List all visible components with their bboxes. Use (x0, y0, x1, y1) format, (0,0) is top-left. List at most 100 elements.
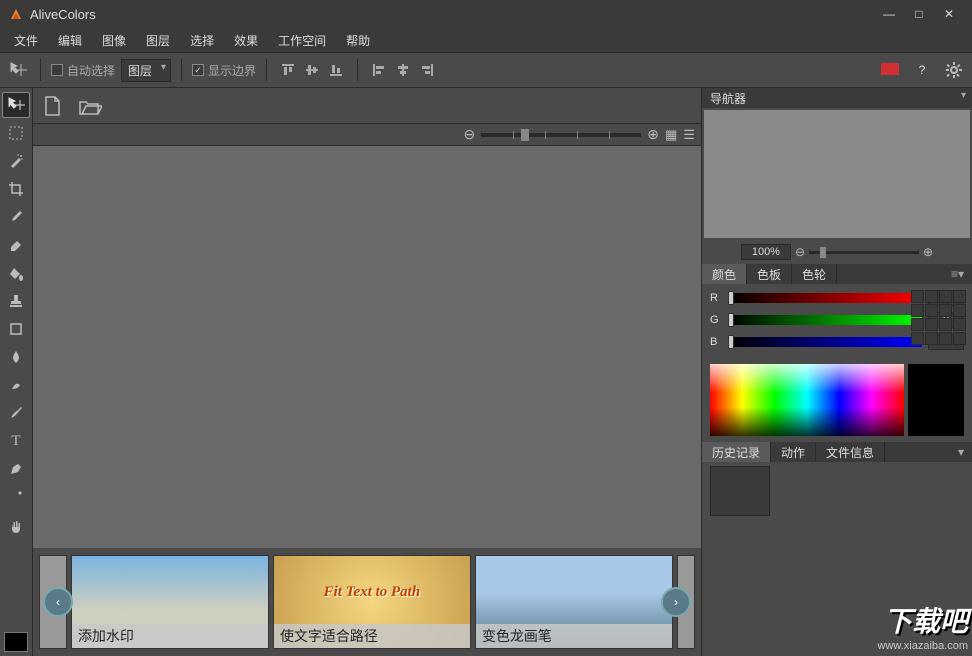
navigator-preview[interactable] (704, 110, 970, 238)
new-document-button[interactable] (39, 93, 65, 119)
shape-tool[interactable] (2, 316, 30, 342)
art-brush-tool[interactable] (2, 400, 30, 426)
carousel-prev-button[interactable]: ‹ (43, 587, 73, 617)
slider-g-track[interactable] (728, 315, 922, 325)
zoom-out-button[interactable]: ⊖ (464, 126, 476, 143)
options-bar: 自动选择 图层 显示边界 ? (0, 52, 972, 88)
right-panels: 导航器▾ 100% ⊖ ⊕ 颜色 色板 色轮 ≡ ▾ R 0 G (701, 88, 972, 656)
menu-help[interactable]: 帮助 (338, 30, 378, 51)
view-grid-button[interactable]: ▦ (665, 127, 677, 143)
color-sliders: R 0 G 0 B 0 (702, 284, 972, 362)
align-hcenter-button[interactable] (392, 59, 414, 81)
color-panel-menu-icon[interactable]: ≡ ▾ (943, 264, 972, 284)
recent-swatches (911, 290, 966, 345)
tab-wheel[interactable]: 色轮 (792, 264, 837, 284)
history-snapshot[interactable] (710, 466, 770, 516)
align-group-horizontal (368, 59, 438, 81)
nav-zoom-in-button[interactable]: ⊕ (923, 245, 933, 259)
app-logo-icon (8, 6, 24, 22)
hand-tool[interactable] (2, 512, 30, 538)
eyedropper-tool[interactable] (2, 484, 30, 510)
separator (40, 59, 41, 81)
tab-actions[interactable]: 动作 (771, 442, 816, 462)
separator (357, 59, 358, 81)
menu-workspace[interactable]: 工作空间 (270, 30, 334, 51)
blur-tool[interactable] (2, 344, 30, 370)
color-spectrum (710, 364, 964, 436)
navigator-zoom-controls: 100% ⊖ ⊕ (702, 240, 972, 264)
show-bounds-checkbox[interactable]: 显示边界 (192, 62, 256, 79)
nav-zoom-out-button[interactable]: ⊖ (795, 245, 805, 259)
carousel-item-3[interactable]: 变色龙画笔 (475, 555, 673, 649)
move-tool-indicator-icon (6, 58, 30, 82)
navigator-zoom-value[interactable]: 100% (741, 244, 791, 260)
carousel-caption: 变色龙画笔 (476, 624, 672, 648)
carousel-item-1[interactable]: 添加水印 (71, 555, 269, 649)
spectrum-picker[interactable] (710, 364, 904, 436)
history-panel-tabs: 历史记录 动作 文件信息 ▾ (702, 442, 972, 462)
menu-image[interactable]: 图像 (94, 30, 134, 51)
menubar: 文件 编辑 图像 图层 选择 效果 工作空间 帮助 (0, 28, 972, 52)
collapse-icon[interactable]: ▾ (961, 90, 966, 101)
navigator-panel-header[interactable]: 导航器▾ (702, 88, 972, 108)
help-icon[interactable]: ? (910, 58, 934, 82)
workspace: ⊖ ⊕ ▦ ☰ ‹ 添加水印 Fit Text to Path 使文字适合路径 … (33, 88, 701, 656)
tab-color[interactable]: 颜色 (702, 264, 747, 284)
magic-wand-tool[interactable] (2, 148, 30, 174)
align-right-button[interactable] (416, 59, 438, 81)
menu-layer[interactable]: 图层 (138, 30, 178, 51)
brush-tool[interactable] (2, 204, 30, 230)
tab-history[interactable]: 历史记录 (702, 442, 771, 462)
align-group-vertical (277, 59, 347, 81)
notification-icon[interactable] (878, 58, 902, 82)
bucket-tool[interactable] (2, 260, 30, 286)
separator (181, 59, 182, 81)
auto-select-checkbox[interactable]: 自动选择 (51, 62, 115, 79)
carousel-caption: 使文字适合路径 (274, 624, 470, 648)
marquee-tool[interactable] (2, 120, 30, 146)
zoom-slider[interactable] (481, 133, 641, 137)
stamp-tool[interactable] (2, 288, 30, 314)
move-tool[interactable] (2, 92, 30, 118)
menu-file[interactable]: 文件 (6, 30, 46, 51)
align-left-button[interactable] (368, 59, 390, 81)
nav-zoom-slider[interactable] (809, 251, 919, 254)
align-top-button[interactable] (277, 59, 299, 81)
close-button[interactable]: ✕ (934, 4, 964, 24)
tab-swatches[interactable]: 色板 (747, 264, 792, 284)
tab-file-info[interactable]: 文件信息 (816, 442, 885, 462)
carousel-next-button[interactable]: › (661, 587, 691, 617)
menu-effects[interactable]: 效果 (226, 30, 266, 51)
titlebar: AliveColors — □ ✕ (0, 0, 972, 28)
menu-select[interactable]: 选择 (182, 30, 222, 51)
pen-tool[interactable] (2, 456, 30, 482)
current-color-preview[interactable] (908, 364, 964, 436)
view-list-button[interactable]: ☰ (683, 127, 695, 143)
zoom-strip: ⊖ ⊕ ▦ ☰ (33, 124, 701, 146)
align-vcenter-button[interactable] (301, 59, 323, 81)
menu-edit[interactable]: 编辑 (50, 30, 90, 51)
tutorial-carousel: ‹ 添加水印 Fit Text to Path 使文字适合路径 变色龙画笔 › (33, 548, 701, 656)
foreground-color-swatch[interactable] (4, 632, 28, 652)
minimize-button[interactable]: — (874, 4, 904, 24)
smudge-tool[interactable] (2, 372, 30, 398)
carousel-item-2[interactable]: Fit Text to Path 使文字适合路径 (273, 555, 471, 649)
canvas[interactable] (33, 146, 701, 548)
settings-gear-icon[interactable] (942, 58, 966, 82)
eraser-tool[interactable] (2, 232, 30, 258)
slider-r-track[interactable] (728, 293, 922, 303)
align-bottom-button[interactable] (325, 59, 347, 81)
swatch[interactable] (911, 290, 924, 303)
text-tool[interactable]: T (2, 428, 30, 454)
maximize-button[interactable]: □ (904, 4, 934, 24)
zoom-in-button[interactable]: ⊕ (647, 126, 659, 143)
crop-tool[interactable] (2, 176, 30, 202)
color-panel-tabs: 颜色 色板 色轮 ≡ ▾ (702, 264, 972, 284)
app-title: AliveColors (30, 7, 874, 22)
slider-b-track[interactable] (728, 337, 922, 347)
history-panel-collapse-icon[interactable]: ▾ (950, 442, 972, 462)
carousel-overlay-text: Fit Text to Path (274, 584, 470, 601)
open-document-button[interactable] (77, 93, 103, 119)
layer-target-dropdown[interactable]: 图层 (121, 59, 171, 82)
document-toolbar (33, 88, 701, 124)
